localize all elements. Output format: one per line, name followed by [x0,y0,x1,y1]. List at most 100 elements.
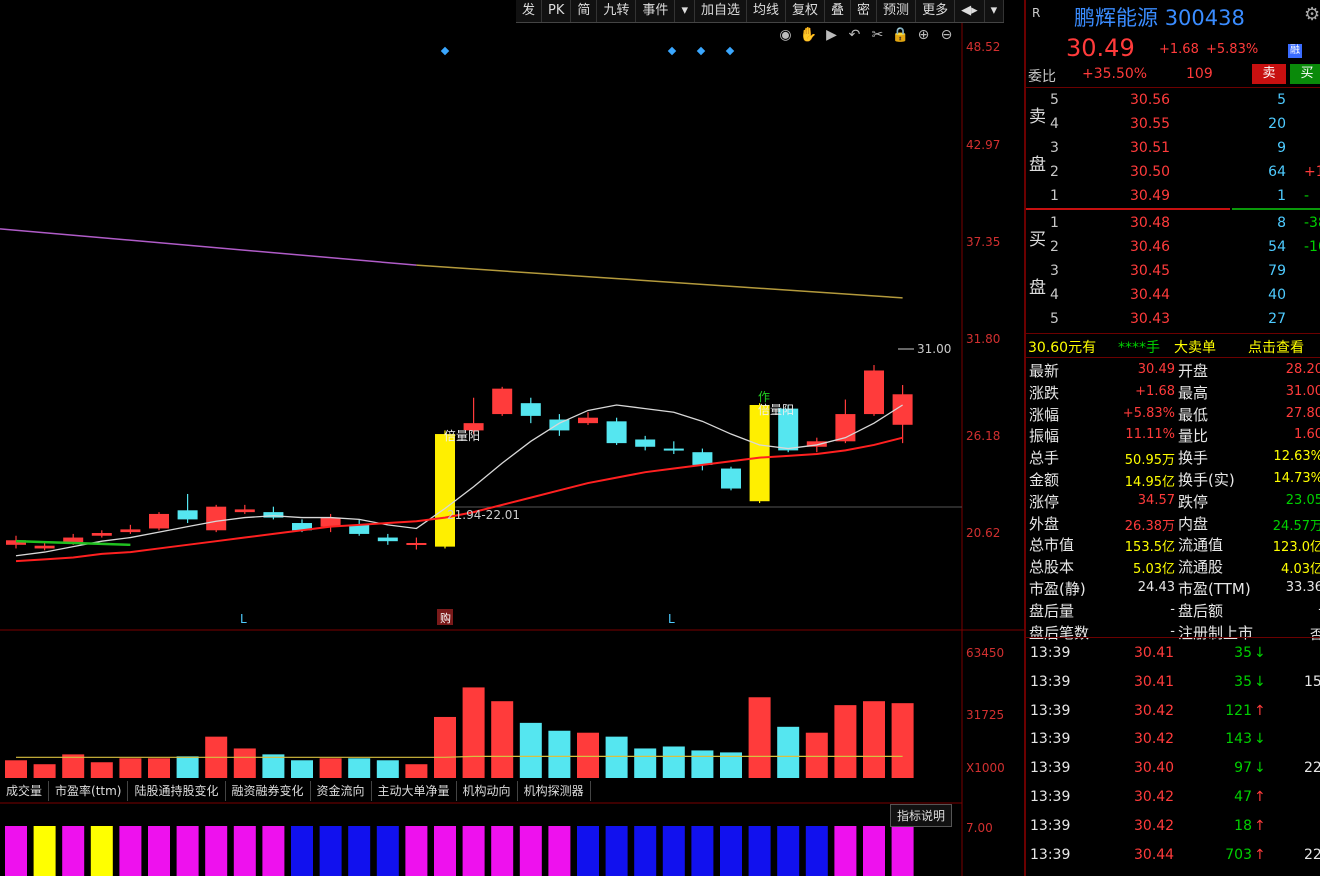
ask-price: 30.56 [1130,92,1171,108]
stat-value: 31.00 [1285,383,1320,399]
volume-bar [777,726,800,778]
weibi-diff: 109 [1186,66,1213,82]
stat-label: 市盈(TTM) [1178,580,1251,598]
stat-label: 量比 [1178,427,1209,446]
stat-value: 14.73% [1273,471,1320,486]
stat-row: 市盈(静) 24.43 市盈(TTM) 33.36 [1026,578,1320,600]
bid-level: 3 [1050,263,1059,279]
indicator-tab-3[interactable]: 融资融券变化 [226,781,311,801]
buy-signal-text: 购 [440,611,451,625]
toolbar-item-6[interactable]: 加自选 [695,0,747,22]
buy-button[interactable]: 买 [1290,64,1320,84]
tick-price: 30.41 [1134,645,1175,661]
toolbar-item-7[interactable]: 均线 [747,0,786,22]
toolbar-item-3[interactable]: 九转 [597,0,637,22]
ask-change: - [1304,188,1310,204]
indicator-tab-6[interactable]: 机构动向 [457,781,518,801]
stat-value: 34.57 [1137,492,1175,508]
tick-price: 30.42 [1134,702,1175,719]
tick-row: 13:39 30.42 18 ↑ [1026,814,1320,842]
volume-bar [33,764,56,778]
ask-row[interactable]: 2 30.50 64 +10 [1026,162,1320,184]
kline-chart[interactable]: 48.52 42.97 37.35 31.80 26.18 20.62 63450 31725… [0,0,1024,876]
toolbar-item-1[interactable]: PK [542,0,572,22]
bid-volume: 27 [1268,311,1286,327]
tick-row: 13:39 30.42 47 ↑ [1026,785,1320,813]
bid-volume: 79 [1268,263,1286,279]
double-volume-tag: 倍量阳 [444,428,480,443]
tick-time: 13:39 [1030,817,1071,834]
indicator-tab-7[interactable]: 机构探测器 [518,781,591,801]
toolbar-item-9[interactable]: 叠 [825,0,852,22]
stat-value: 4.03亿 [1281,562,1320,578]
bid-row[interactable]: 1 30.48 8 -38 [1026,213,1320,235]
volume-bar [891,703,914,778]
candle-body [606,421,627,444]
big-order-link[interactable]: 点击查看 [1248,337,1304,357]
ask-row[interactable]: 1 30.49 1 - [1026,186,1320,208]
indicator-tab-0[interactable]: 成交量 [0,781,50,801]
toolbar-item-10[interactable]: 密 [851,0,878,22]
candle-body [406,542,427,545]
arrow-up-icon: ↑ [1254,789,1266,805]
ask-level: 1 [1050,188,1059,204]
bid-side-label: 盘 [1029,278,1046,298]
candle-body [206,506,227,531]
toolbar-item-4[interactable]: 事件 [636,0,676,22]
last-price: 30.49 [1066,34,1135,62]
stat-row: 外盘 26.38万 内盘 24.57万 [1026,513,1320,535]
hand-icon[interactable]: ✋ [799,26,818,44]
ask-row[interactable]: 5 30.56 5 [1026,90,1320,112]
volume-axis-label: 31725 [966,708,1004,722]
tick-row: 13:39 30.40 97↓ 22 [1026,756,1320,784]
toolbar-item-2[interactable]: 简 [571,0,598,22]
toolbar-item-11[interactable]: 预测 [877,0,917,22]
zoom-out-icon[interactable]: ⊖ [937,26,956,44]
sell-button[interactable]: 卖 [1252,64,1286,84]
volume-bar [291,760,313,778]
stat-row: 总手 50.95万 换手 12.63% [1026,447,1320,469]
arrow-down-icon: ↓ [1254,760,1266,777]
event-marker-icon [440,46,450,56]
stat-row: 总市值 153.5亿 流通值 123.0亿 [1026,534,1320,556]
stat-value: 28.20 [1285,362,1320,377]
toolbar-item-13[interactable]: ◀▸ [955,0,985,22]
stat-row: 涨幅 +5.83% 最低 27.80 [1026,404,1320,426]
stat-label: 最高 [1178,383,1209,402]
bid-row[interactable]: 4 30.44 40 [1026,285,1320,307]
gear-icon[interactable]: ⚙ [1304,4,1320,25]
ask-row[interactable]: 4 30.55 20 [1026,114,1320,136]
indicator-axis-label: 7.00 [966,821,993,835]
tick-volume: 35 [1234,673,1252,690]
indicator-help-button[interactable]: 指标说明 [890,804,953,827]
toolbar-item-5[interactable]: ▾ [675,0,695,22]
scissors-icon[interactable]: ✂ [868,26,887,44]
zoom-in-icon[interactable]: ⊕ [914,26,933,44]
indicator-tab-2[interactable]: 陆股通持股变化 [128,781,226,801]
play-icon[interactable]: ▶ [822,26,841,44]
stock-title[interactable]: 鹏辉能源 300438 [1074,2,1245,32]
lock-icon[interactable]: 🔒 [891,26,910,44]
ask-row[interactable]: 3 30.51 9 [1026,138,1320,160]
indicator-tab-5[interactable]: 主动大单净量 [372,781,457,801]
undo-icon[interactable]: ↶ [845,26,864,44]
volume-bar [577,732,599,778]
toolbar-item-12[interactable]: 更多 [916,0,956,22]
volume-bar [548,730,571,778]
bid-row[interactable]: 2 30.46 54 -10 [1026,237,1320,259]
indicator-tab-4[interactable]: 资金流向 [311,781,372,801]
ask-volume: 64 [1268,164,1286,180]
eye-icon[interactable]: ◉ [776,26,795,44]
volume-bar [662,746,685,778]
toolbar-item-0[interactable]: 发 [516,0,543,22]
bid-row[interactable]: 5 30.43 27 [1026,309,1320,331]
bid-volume: 54 [1268,239,1286,255]
indicator-tab-1[interactable]: 市盈率(ttm) [49,781,129,801]
toolbar-item-8[interactable]: 复权 [786,0,826,22]
big-order-row[interactable]: 30.60元有 ****手 大卖单 点击查看 [1026,335,1320,357]
toolbar-item-14[interactable]: ▾ [985,0,1005,22]
tick-volume: 143 [1225,731,1252,748]
bid-volume: 40 [1268,287,1286,303]
bid-row[interactable]: 3 30.45 79 [1026,261,1320,283]
candle-body [749,404,770,502]
